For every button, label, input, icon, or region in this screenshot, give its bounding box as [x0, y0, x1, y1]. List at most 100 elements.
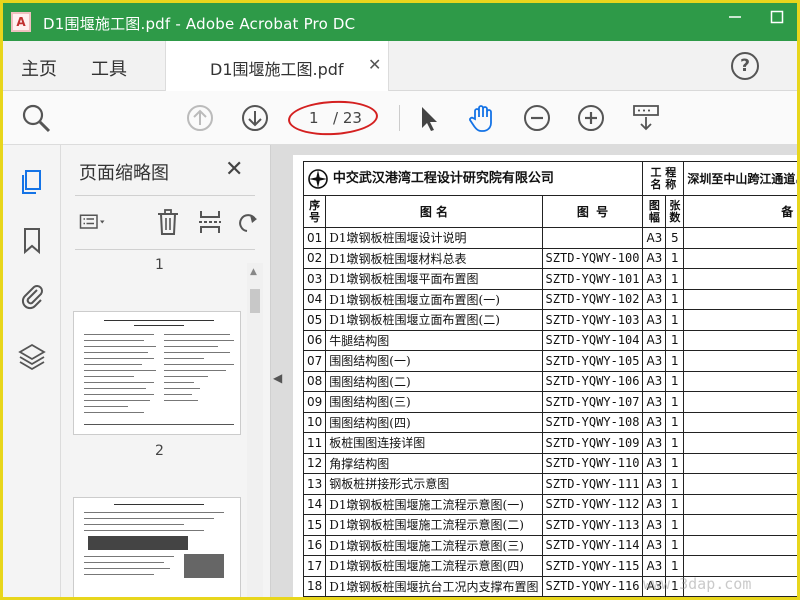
- row-number: 03: [302, 268, 327, 290]
- row-number: 11: [302, 432, 327, 454]
- zoom-in-icon[interactable]: [574, 101, 608, 135]
- table-row: 06 牛腿结构图 SZTD-YQWY-104 A3 1: [302, 329, 797, 351]
- row-note: [683, 268, 797, 290]
- close-panel-icon[interactable]: ✕: [225, 157, 243, 182]
- row-drawing-code: SZTD-YQWY-115: [541, 555, 644, 577]
- row-note: [683, 411, 797, 433]
- minimize-button[interactable]: [723, 9, 747, 33]
- row-sheet-count: 1: [665, 391, 685, 413]
- panel-divider: [75, 195, 255, 196]
- layers-icon[interactable]: [17, 341, 47, 371]
- row-note: [683, 227, 797, 249]
- table-title-row: 中交武汉港湾工程设计研究院有限公司 工 程 名 称 深圳至中山跨江通道岛桥结合部…: [302, 161, 797, 196]
- row-note: [683, 309, 797, 331]
- select-cursor-icon[interactable]: [411, 101, 445, 135]
- attachments-icon[interactable]: [17, 281, 47, 311]
- scroll-up-icon[interactable]: ▲: [250, 267, 257, 277]
- table-row: 03 D1墩钢板桩围堰平面布置图 SZTD-YQWY-101 A3 1: [302, 268, 797, 290]
- row-drawing-code: SZTD-YQWY-103: [541, 309, 644, 331]
- row-sheet-size: A3: [642, 391, 667, 413]
- row-drawing-name: D1墩钢板桩围堰立面布置图(一): [325, 288, 543, 310]
- row-drawing-name: 角撑结构图: [325, 452, 543, 474]
- row-sheet-size: A3: [642, 247, 667, 269]
- row-drawing-name: D1墩钢板桩围堰设计说明: [325, 227, 543, 249]
- row-drawing-name: 围图结构图(四): [325, 411, 543, 433]
- scroll-thumb[interactable]: [250, 289, 260, 313]
- thumbnail-scrollbar[interactable]: ▲: [247, 263, 263, 597]
- zoom-out-icon[interactable]: [520, 101, 554, 135]
- row-note: [683, 350, 797, 372]
- page-display-icon[interactable]: [629, 101, 663, 135]
- table-row: 01 D1墩钢板桩围堰设计说明 A3 5: [302, 227, 797, 249]
- page-number-input[interactable]: 1: [309, 109, 319, 127]
- row-drawing-name: 板桩围图连接详图: [325, 432, 543, 454]
- row-drawing-name: D1墩钢板桩围堰立面布置图(二): [325, 309, 543, 331]
- hand-tool-icon[interactable]: [465, 101, 499, 135]
- table-row: 07 围图结构图(一) SZTD-YQWY-105 A3 1: [302, 350, 797, 372]
- bookmarks-icon[interactable]: [17, 225, 47, 255]
- table-header-row: 序号 图 名 图 号 图幅 张数 备 注: [302, 195, 797, 228]
- rotate-page-icon[interactable]: [233, 207, 263, 237]
- table-row: 12 角撑结构图 SZTD-YQWY-110 A3 1: [302, 452, 797, 474]
- table-row: 17 D1墩钢板桩围堰施工流程示意图(四) SZTD-YQWY-115 A3 1: [302, 555, 797, 577]
- table-row: 05 D1墩钢板桩围堰立面布置图(二) SZTD-YQWY-103 A3 1: [302, 309, 797, 331]
- help-icon[interactable]: ?: [731, 52, 759, 80]
- thumbnail-page-1[interactable]: [73, 311, 241, 435]
- title-bar: A D1围堰施工图.pdf - Adobe Acrobat Pro DC: [3, 3, 797, 41]
- row-note: [683, 391, 797, 413]
- split-page-icon[interactable]: [195, 207, 225, 237]
- row-note: [683, 329, 797, 351]
- row-number: 10: [302, 411, 327, 433]
- company-logo-icon: [308, 168, 328, 189]
- row-note: [683, 534, 797, 556]
- row-drawing-name: D1墩钢板桩围堰施工流程示意图(一): [325, 493, 543, 515]
- previous-page-icon[interactable]: [183, 101, 217, 135]
- row-sheet-count: 5: [665, 227, 685, 249]
- row-note: [683, 452, 797, 474]
- tab-document[interactable]: D1围堰施工图.pdf ✕: [165, 41, 389, 91]
- row-sheet-count: 1: [665, 329, 685, 351]
- row-number: 08: [302, 370, 327, 392]
- pdf-page: 中交武汉港湾工程设计研究院有限公司 工 程 名 称 深圳至中山跨江通道岛桥结合部…: [293, 155, 797, 597]
- row-note: [683, 514, 797, 536]
- row-sheet-count: 1: [665, 555, 685, 577]
- table-row: 14 D1墩钢板桩围堰施工流程示意图(一) SZTD-YQWY-112 A3 1: [302, 493, 797, 515]
- row-drawing-code: SZTD-YQWY-109: [541, 432, 644, 454]
- site-watermark: www.3dap.com: [643, 575, 752, 593]
- row-sheet-size: A3: [642, 411, 667, 433]
- row-sheet-size: A3: [642, 227, 667, 249]
- collapse-panel-icon[interactable]: ◀: [273, 371, 282, 385]
- thumbnail-panel: 页面缩略图 ✕ 1 2 ▲: [61, 145, 271, 597]
- tab-tools[interactable]: 工具: [91, 55, 127, 81]
- table-row: 15 D1墩钢板桩围堰施工流程示意图(二) SZTD-YQWY-113 A3 1: [302, 514, 797, 536]
- row-drawing-code: SZTD-YQWY-114: [541, 534, 644, 556]
- page-thumbnails-icon[interactable]: [17, 167, 47, 197]
- row-note: [683, 473, 797, 495]
- next-page-icon[interactable]: [238, 101, 272, 135]
- row-drawing-code: SZTD-YQWY-107: [541, 391, 644, 413]
- document-tab-label: D1围堰施工图.pdf: [210, 60, 344, 79]
- company-cell: 中交武汉港湾工程设计研究院有限公司: [302, 161, 644, 196]
- close-tab-icon[interactable]: ✕: [368, 55, 381, 74]
- row-number: 16: [302, 534, 327, 556]
- row-sheet-size: A3: [642, 534, 667, 556]
- maximize-button[interactable]: [765, 9, 789, 33]
- row-number: 18: [302, 575, 327, 597]
- table-row: 09 围图结构图(三) SZTD-YQWY-107 A3 1: [302, 391, 797, 413]
- table-row: 02 D1墩钢板桩围堰材料总表 SZTD-YQWY-100 A3 1: [302, 247, 797, 269]
- search-icon[interactable]: [19, 101, 53, 135]
- row-note: [683, 432, 797, 454]
- row-sheet-count: 1: [665, 452, 685, 474]
- row-sheet-size: A3: [642, 288, 667, 310]
- thumbnail-options-icon[interactable]: [79, 207, 109, 237]
- row-sheet-size: A3: [642, 329, 667, 351]
- tab-home[interactable]: 主页: [21, 55, 57, 81]
- row-sheet-size: A3: [642, 493, 667, 515]
- row-drawing-name: D1墩钢板桩围堰施工流程示意图(二): [325, 514, 543, 536]
- row-sheet-count: 1: [665, 350, 685, 372]
- document-viewport[interactable]: 中交武汉港湾工程设计研究院有限公司 工 程 名 称 深圳至中山跨江通道岛桥结合部…: [271, 145, 797, 597]
- table-row: 11 板桩围图连接详图 SZTD-YQWY-109 A3 1: [302, 432, 797, 454]
- maximize-icon: [770, 10, 784, 24]
- delete-page-icon[interactable]: [153, 207, 183, 237]
- thumbnail-page-2[interactable]: [73, 497, 241, 597]
